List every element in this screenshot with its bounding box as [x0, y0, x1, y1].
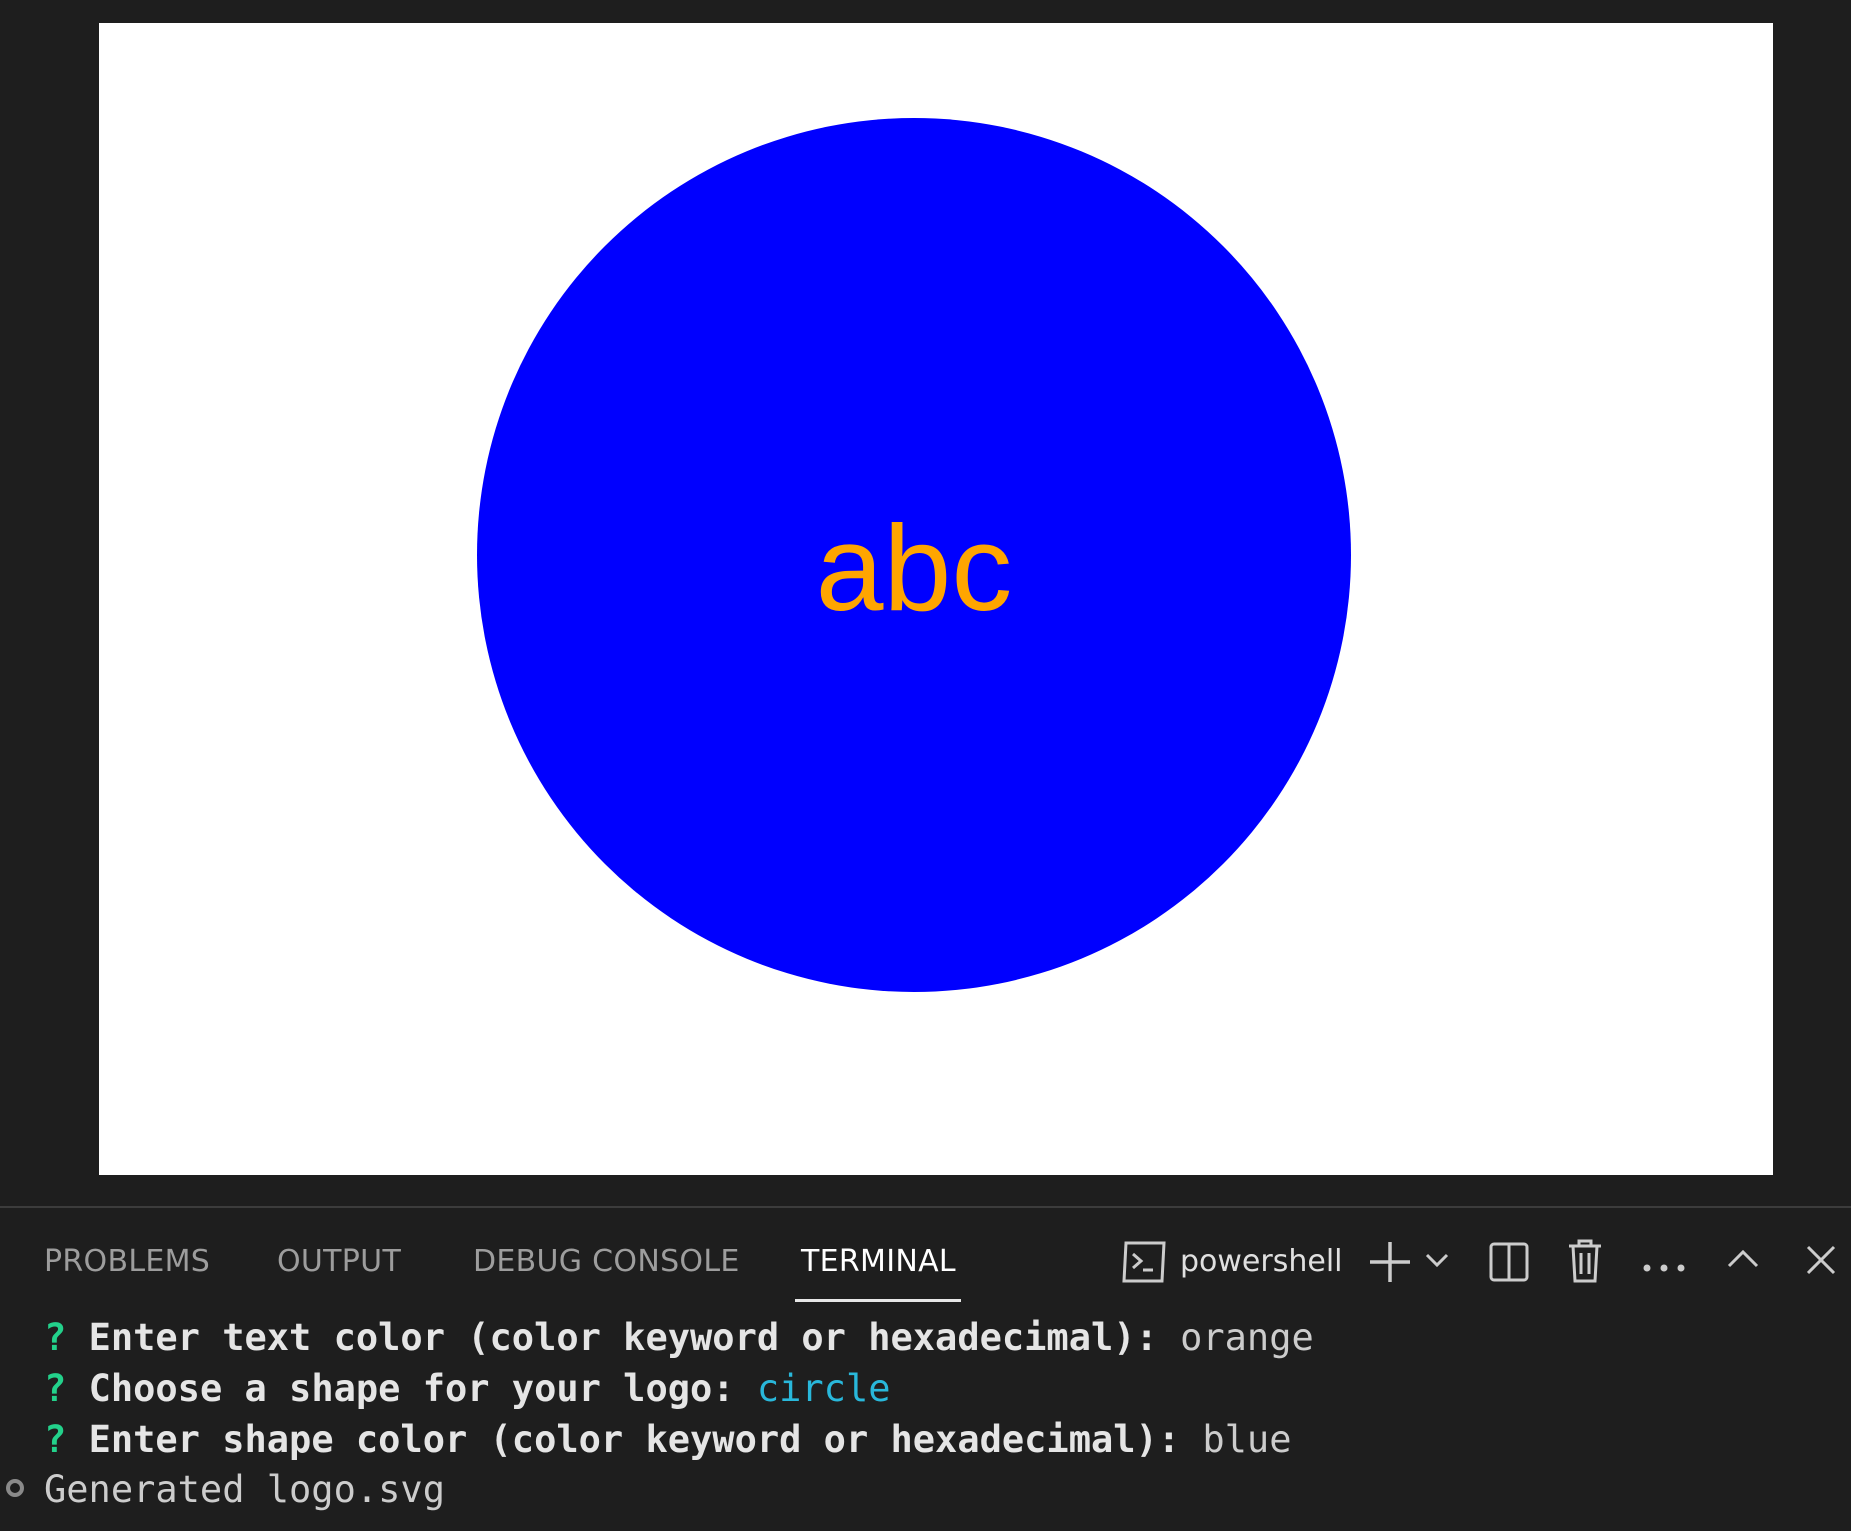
- command-status-icon[interactable]: [6, 1479, 24, 1497]
- ellipsis-icon[interactable]: [1642, 1258, 1686, 1277]
- tab-output[interactable]: OUTPUT: [277, 1244, 401, 1279]
- logo-image: abc: [477, 118, 1351, 992]
- chevron-up-icon[interactable]: [1726, 1248, 1760, 1274]
- prompt-text: Choose a shape for your logo:: [88, 1367, 735, 1410]
- question-mark: ?: [44, 1316, 67, 1359]
- terminal-line: ? Enter shape color (color keyword or he…: [44, 1414, 1291, 1465]
- prompt-text: Enter shape color (color keyword or hexa…: [88, 1418, 1181, 1461]
- answer-text: blue: [1202, 1418, 1292, 1461]
- terminal-line: ? Enter text color (color keyword or hex…: [44, 1312, 1314, 1363]
- question-mark: ?: [44, 1367, 67, 1410]
- plus-icon[interactable]: [1368, 1240, 1412, 1288]
- active-tab-indicator: [795, 1299, 961, 1302]
- trash-icon[interactable]: [1567, 1238, 1603, 1288]
- tab-terminal[interactable]: TERMINAL: [801, 1244, 956, 1279]
- svg-preview: abc: [99, 23, 1773, 1175]
- terminal-output-line: Generated logo.svg: [44, 1468, 445, 1511]
- terminal-line: ? Choose a shape for your logo: circle: [44, 1363, 891, 1414]
- logo-text: abc: [816, 500, 1013, 636]
- question-mark: ?: [44, 1418, 67, 1461]
- shell-name[interactable]: powershell: [1180, 1244, 1343, 1279]
- split-editor-icon[interactable]: [1488, 1240, 1530, 1288]
- answer-text: orange: [1180, 1316, 1314, 1359]
- tab-debug-console[interactable]: DEBUG CONSOLE: [473, 1244, 740, 1279]
- chevron-down-icon[interactable]: [1424, 1250, 1450, 1274]
- answer-text: circle: [756, 1367, 891, 1410]
- tab-problems[interactable]: PROBLEMS: [44, 1244, 210, 1279]
- prompt-text: Enter text color (color keyword or hexad…: [88, 1316, 1158, 1359]
- panel-tabs: PROBLEMS OUTPUT DEBUG CONSOLE TERMINAL p…: [0, 1208, 1851, 1304]
- terminal-icon[interactable]: [1120, 1240, 1168, 1288]
- close-icon[interactable]: [1805, 1244, 1837, 1280]
